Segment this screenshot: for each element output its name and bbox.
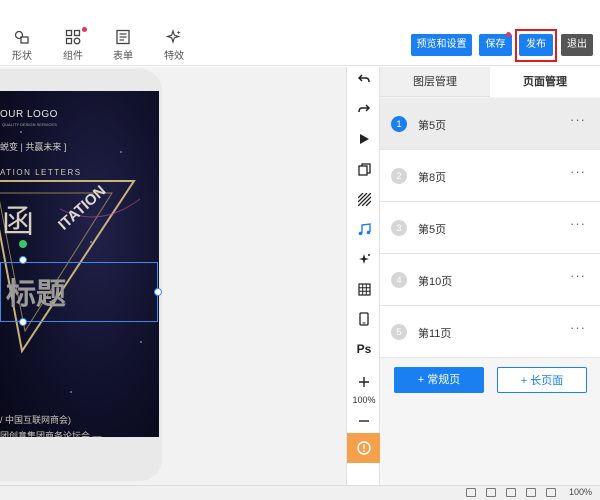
redo-icon — [358, 104, 370, 113]
more-options-icon[interactable]: ··· — [570, 112, 586, 127]
publish-highlight-box — [515, 29, 557, 62]
effects-tool-label: 特效 — [164, 51, 184, 62]
grid-button[interactable] — [347, 279, 381, 299]
music-icon — [358, 222, 371, 235]
tab-layer-management[interactable]: 图层管理 — [380, 67, 490, 97]
star-decoration — [20, 131, 22, 133]
component-tool-label: 组件 — [63, 51, 83, 62]
effects-tool[interactable]: 特效 — [154, 29, 194, 62]
form-tool[interactable]: 表单 — [103, 29, 143, 62]
grid-icon — [357, 282, 371, 296]
phone-icon — [359, 312, 369, 326]
poster-logo: OUR LOGO — [0, 109, 58, 120]
sparkle-icon — [166, 29, 181, 45]
save-button[interactable]: 保存 — [479, 34, 512, 56]
more-options-icon[interactable]: ··· — [570, 216, 586, 231]
music-button[interactable] — [347, 219, 381, 239]
zoom-out-button[interactable] — [347, 411, 381, 431]
page-number-badge: 5 — [391, 324, 407, 340]
minus-icon — [359, 420, 369, 422]
rotate-handle[interactable] — [19, 240, 27, 248]
more-options-icon[interactable]: ··· — [570, 164, 586, 179]
copy-button[interactable] — [347, 159, 381, 179]
shape-icon — [14, 30, 29, 44]
page-name: 第10页 — [418, 276, 453, 288]
zoom-level: 100% — [352, 395, 376, 405]
page-name: 第5页 — [418, 224, 447, 236]
component-tool[interactable]: 组件 — [53, 27, 93, 62]
panel-tabs: 图层管理 页面管理 — [380, 67, 600, 97]
more-options-icon[interactable]: ··· — [570, 268, 586, 283]
poster-footer-line1: / 中国互联网商会) — [0, 415, 71, 425]
form-tool-label: 表单 — [113, 51, 133, 62]
star-decoration — [120, 151, 122, 153]
play-button[interactable] — [347, 129, 381, 149]
page-number-badge: 2 — [391, 168, 407, 184]
zoom-icon[interactable] — [546, 488, 556, 497]
page-name: 第5页 — [418, 120, 447, 132]
resize-handle[interactable] — [19, 256, 27, 264]
page-item[interactable]: 4 第10页 ··· — [380, 254, 600, 306]
shape-tool[interactable]: 形状 — [2, 29, 42, 62]
eye-icon[interactable] — [506, 488, 516, 497]
page-item[interactable]: 3 第5页 ··· — [380, 202, 600, 254]
effects-button[interactable] — [347, 249, 381, 269]
exit-button[interactable]: 退出 — [561, 34, 593, 56]
shape-tool-label: 形状 — [12, 51, 32, 62]
mobile-preview-button[interactable] — [347, 309, 381, 329]
play-icon — [360, 134, 369, 144]
speaker-icon[interactable] — [526, 488, 536, 497]
star-decoration — [70, 391, 72, 393]
poster-big-character: 函 — [2, 202, 35, 240]
page-manager-panel: 图层管理 页面管理 1 第5页 ··· 2 第8页 ··· 3 第5页 ··· … — [380, 67, 600, 485]
form-icon — [116, 29, 130, 45]
resize-handle[interactable] — [154, 288, 162, 296]
page-item[interactable]: 1 第5页 ··· — [380, 98, 600, 150]
more-options-icon[interactable]: ··· — [570, 320, 586, 335]
warning-icon — [357, 441, 371, 455]
undo-button[interactable] — [347, 69, 381, 89]
page-number-badge: 3 — [391, 220, 407, 236]
preview-settings-button[interactable]: 预览和设置 — [411, 34, 472, 56]
add-normal-page-button[interactable]: + 常规页 — [394, 367, 484, 393]
tab-page-management[interactable]: 页面管理 — [490, 67, 600, 97]
hatch-icon — [357, 192, 371, 206]
volume-icon[interactable] — [466, 488, 476, 497]
save-notification-dot — [506, 32, 511, 37]
copy-icon — [357, 162, 371, 176]
status-icons — [466, 488, 556, 497]
page-name: 第8页 — [418, 172, 447, 184]
warning-button[interactable] — [347, 433, 381, 463]
zoom-in-button[interactable] — [347, 372, 381, 392]
vertical-toolbar: Ps 100% — [346, 67, 381, 485]
top-toolbar: 形状 组件 表单 特效 预览和设置 保存 发布 退出 — [0, 22, 600, 66]
canvas-area: OUR LOGO QUALITY DESIGN SERVICES 蜕变 | 共赢… — [0, 67, 346, 485]
sparkle-icon — [358, 253, 370, 264]
status-zoom: 100% — [568, 487, 592, 497]
poster-footer-line2: 团创意集团商务论坛会 — — [0, 431, 102, 437]
redo-button[interactable] — [347, 99, 381, 119]
resize-handle[interactable] — [19, 318, 27, 326]
page-item[interactable]: 5 第11页 ··· — [380, 306, 600, 358]
photoshop-button[interactable]: Ps — [347, 339, 381, 359]
poster-logo-sub: QUALITY DESIGN SERVICES — [2, 122, 57, 127]
poster-tagline: 蜕变 | 共赢未来 ] — [0, 142, 67, 152]
page-number-badge: 1 — [391, 116, 407, 132]
hatch-button[interactable] — [347, 189, 381, 209]
download-icon[interactable] — [486, 488, 496, 497]
page-item[interactable]: 2 第8页 ··· — [380, 150, 600, 202]
page-number-badge: 4 — [391, 272, 407, 288]
plus-icon — [359, 377, 369, 387]
component-notification-dot — [82, 27, 87, 32]
status-bar: 100% — [0, 485, 600, 500]
component-icon — [65, 29, 81, 45]
undo-icon — [358, 74, 370, 83]
page-name: 第11页 — [418, 328, 452, 340]
page-list: 1 第5页 ··· 2 第8页 ··· 3 第5页 ··· 4 第10页 ···… — [380, 98, 600, 358]
selected-element-frame[interactable] — [0, 262, 158, 322]
add-long-page-button[interactable]: + 长页面 — [497, 367, 587, 393]
